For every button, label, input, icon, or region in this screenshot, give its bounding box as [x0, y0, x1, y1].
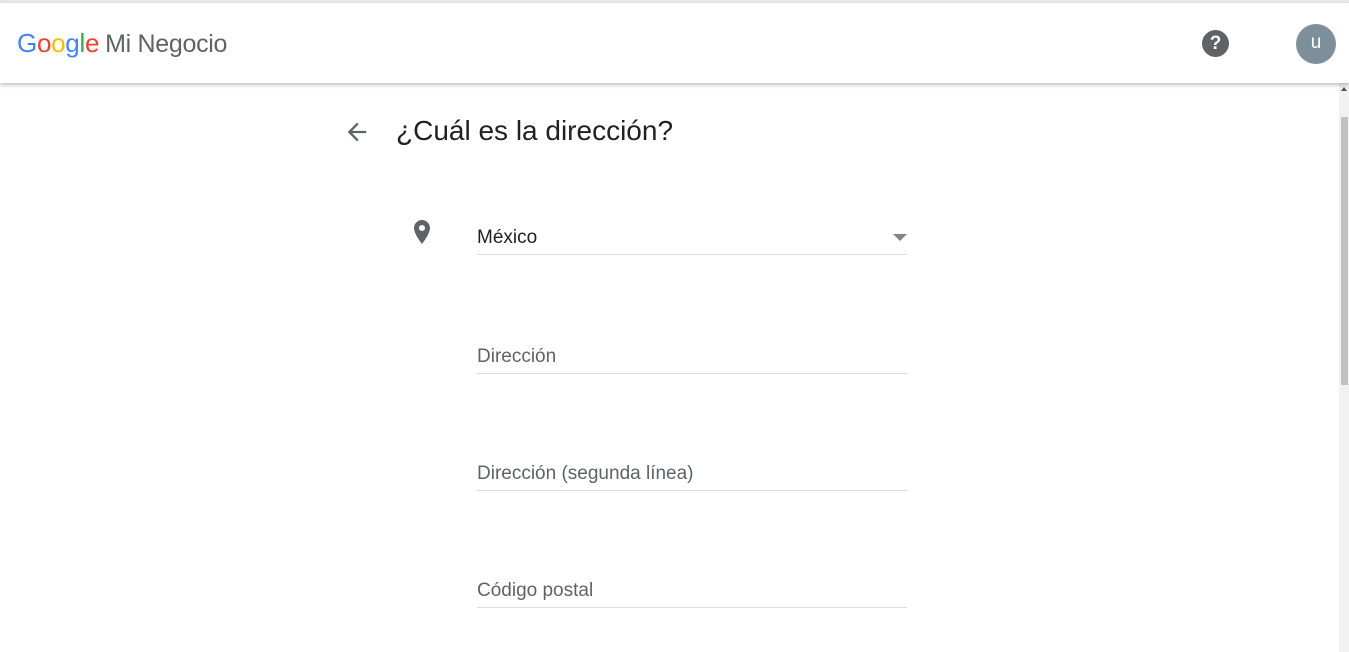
product-name: Mi Negocio — [105, 30, 228, 58]
address-line-1-placeholder: Dirección — [477, 346, 557, 367]
app-header: Google Mi Negocio ? u — [0, 3, 1349, 83]
page-title: ¿Cuál es la dirección? — [396, 115, 674, 146]
help-icon[interactable]: ? — [1202, 30, 1229, 57]
postal-code-placeholder: Código postal — [477, 580, 594, 601]
scroll-thumb[interactable] — [1341, 117, 1348, 385]
postal-code-input[interactable]: Código postal — [477, 571, 907, 608]
address-line-1-input[interactable]: Dirección — [477, 337, 907, 374]
map-pin-icon — [411, 219, 433, 245]
page-scrollbar[interactable] — [1339, 83, 1349, 652]
address-line-2-input[interactable]: Dirección (segunda línea) — [477, 454, 907, 491]
google-my-business-logo[interactable]: Google Mi Negocio — [17, 27, 227, 60]
dropdown-arrow-icon[interactable] — [893, 234, 907, 241]
account-avatar[interactable]: u — [1296, 24, 1336, 64]
back-arrow-icon[interactable] — [343, 118, 371, 146]
country-select[interactable]: México — [477, 218, 907, 255]
scroll-up-arrow-icon[interactable] — [1341, 87, 1347, 91]
country-select-value: México — [477, 227, 538, 248]
address-line-2-placeholder: Dirección (segunda línea) — [477, 463, 694, 484]
google-wordmark: Google — [17, 28, 100, 58]
